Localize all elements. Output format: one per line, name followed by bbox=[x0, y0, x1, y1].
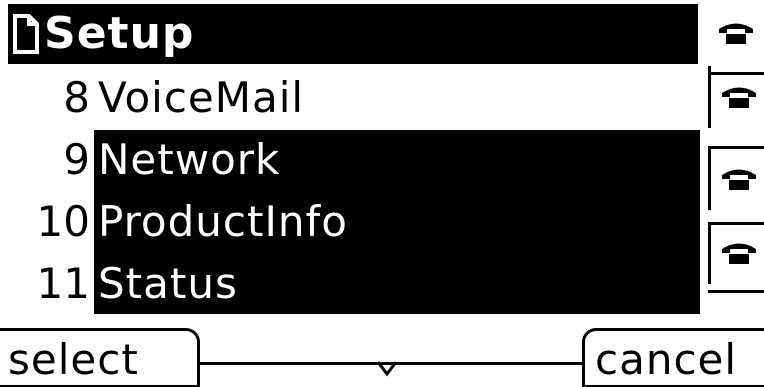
select-softkey[interactable]: select bbox=[0, 328, 200, 387]
phone-icon bbox=[722, 243, 756, 264]
menu-item-number: 8 bbox=[63, 73, 90, 122]
line-key-3[interactable] bbox=[708, 148, 764, 210]
document-icon bbox=[13, 14, 39, 54]
title-bar: Setup bbox=[8, 4, 698, 64]
menu-item-label: Network bbox=[94, 130, 700, 190]
chevron-down-icon bbox=[376, 361, 398, 377]
menu-item-label: ProductInfo bbox=[94, 192, 700, 252]
line-key-4[interactable] bbox=[708, 222, 764, 284]
page-title: Setup bbox=[44, 8, 195, 59]
line-key-divider bbox=[708, 290, 764, 293]
menu-item-productinfo[interactable]: 10 ProductInfo bbox=[8, 192, 700, 252]
menu-item-voicemail[interactable]: 8 VoiceMail bbox=[8, 68, 700, 128]
line-key-column bbox=[700, 0, 764, 320]
line-key-divider bbox=[708, 222, 764, 225]
line-key-1[interactable] bbox=[708, 2, 764, 64]
menu-item-label: VoiceMail bbox=[98, 73, 305, 122]
setup-menu: 8 VoiceMail 9 Network 10 ProductInfo 11 … bbox=[8, 68, 700, 314]
menu-item-number: 9 bbox=[63, 135, 90, 184]
phone-display: Setup 8 VoiceMail 9 Network 10 ProductIn… bbox=[0, 0, 764, 387]
softkey-bar: select cancel bbox=[0, 318, 764, 387]
menu-item-number: 10 bbox=[36, 197, 90, 246]
menu-item-label: Status bbox=[94, 254, 700, 314]
cancel-softkey[interactable]: cancel bbox=[582, 328, 764, 387]
line-key-divider bbox=[708, 146, 764, 149]
phone-icon bbox=[722, 87, 756, 108]
phone-icon bbox=[722, 169, 756, 190]
menu-item-status[interactable]: 11 Status bbox=[8, 254, 700, 314]
phone-icon bbox=[719, 23, 753, 44]
menu-item-network[interactable]: 9 Network bbox=[8, 130, 700, 190]
menu-item-number: 11 bbox=[36, 259, 90, 308]
line-key-2[interactable] bbox=[708, 66, 764, 128]
line-key-divider bbox=[708, 72, 764, 75]
